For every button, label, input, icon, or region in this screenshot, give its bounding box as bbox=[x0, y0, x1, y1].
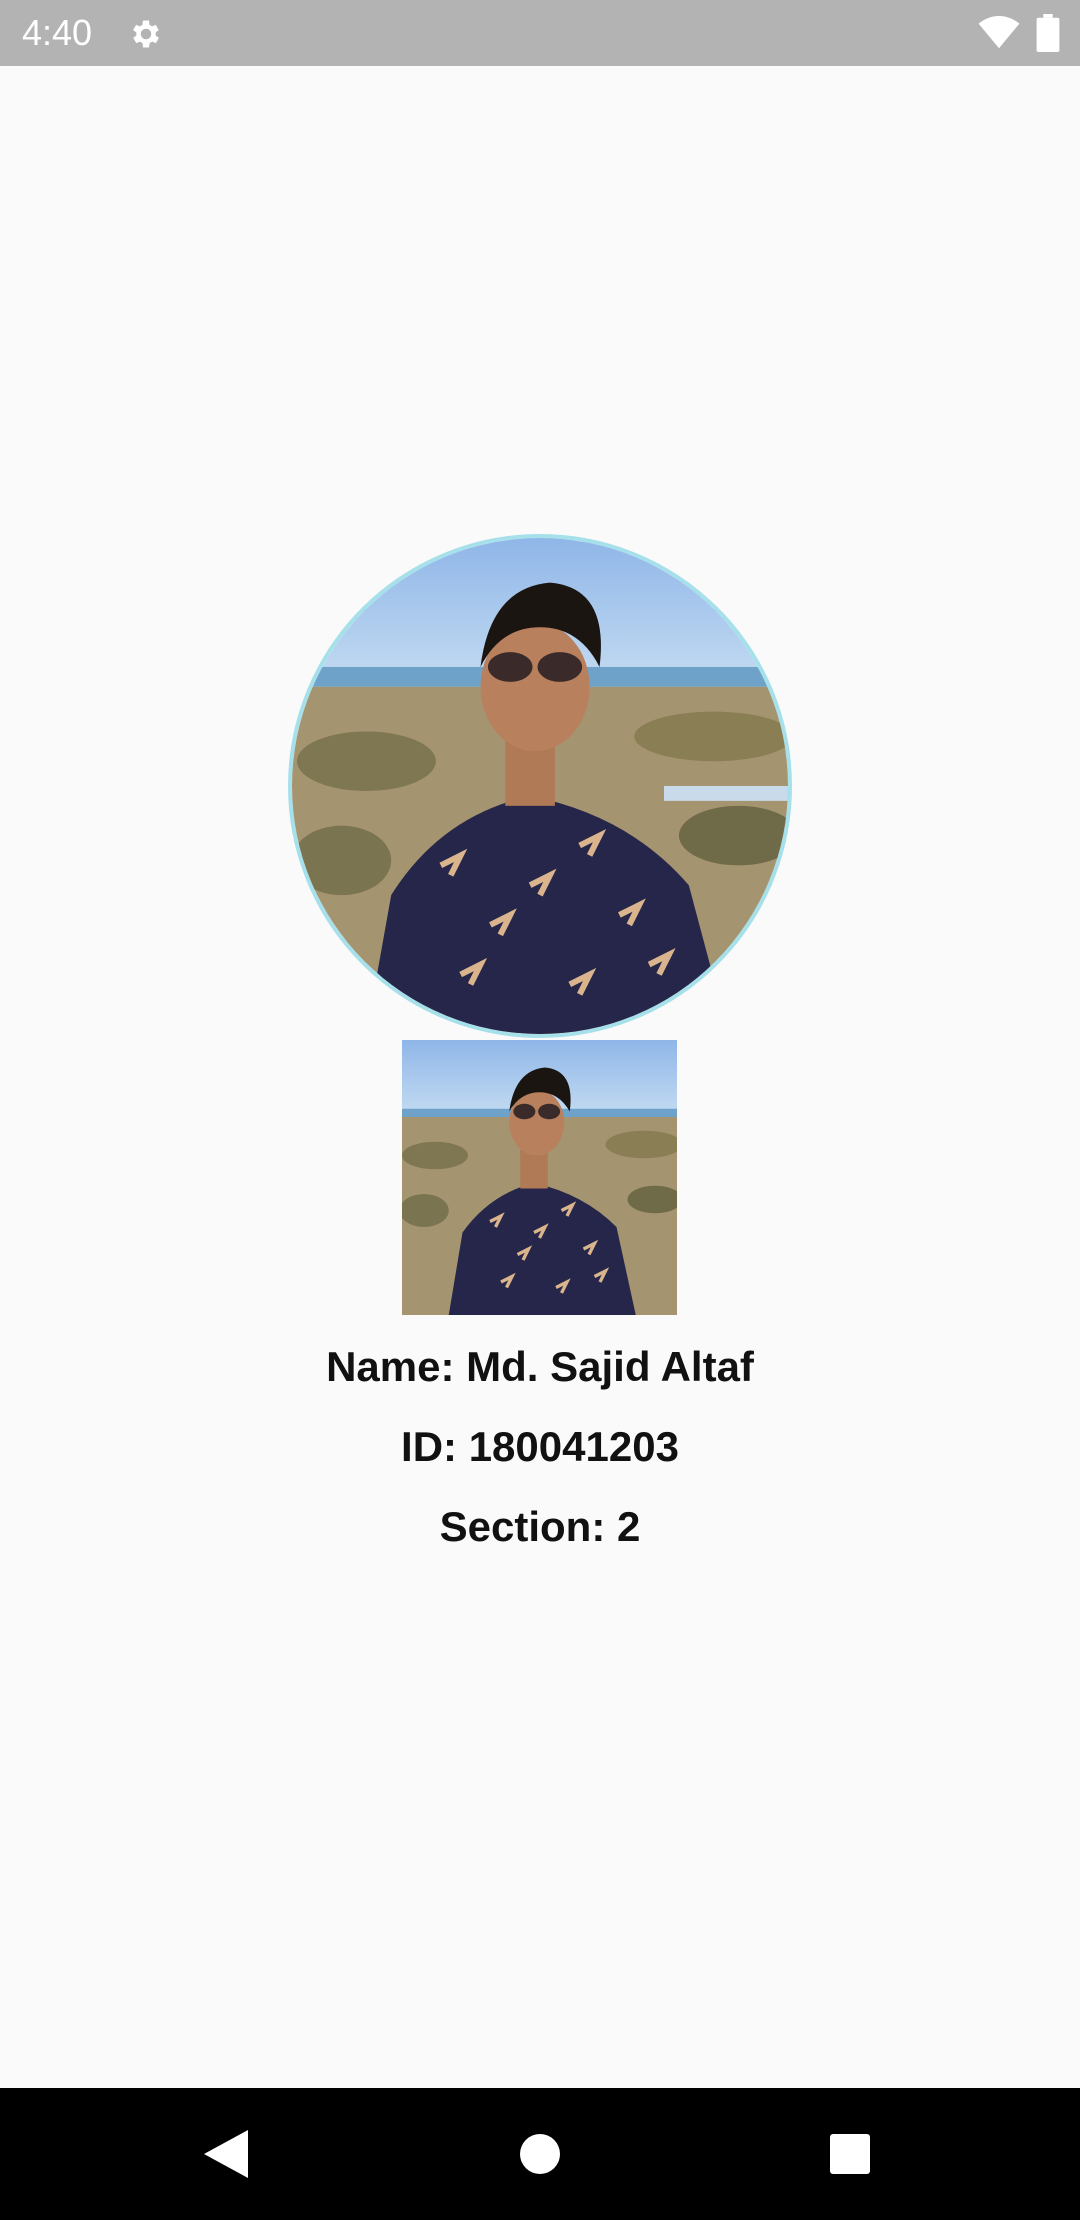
profile-photo bbox=[292, 538, 788, 1034]
home-icon[interactable] bbox=[520, 2134, 560, 2174]
wifi-icon bbox=[978, 16, 1020, 49]
status-bar: 4:40 bbox=[0, 0, 1080, 66]
id-text: ID: 180041203 bbox=[401, 1423, 679, 1470]
profile-photo bbox=[402, 1040, 677, 1315]
profile-photo-circular bbox=[288, 534, 792, 1038]
battery-icon bbox=[1036, 14, 1060, 52]
gear-icon bbox=[133, 20, 159, 48]
recents-icon[interactable] bbox=[830, 2134, 870, 2174]
name-text: Name: Md. Sajid Altaf bbox=[326, 1343, 754, 1390]
profile-photo-square bbox=[402, 1040, 677, 1315]
section-text: Section: 2 bbox=[439, 1503, 641, 1550]
status-time: 4:40 bbox=[22, 12, 93, 53]
back-icon[interactable] bbox=[204, 2130, 248, 2178]
